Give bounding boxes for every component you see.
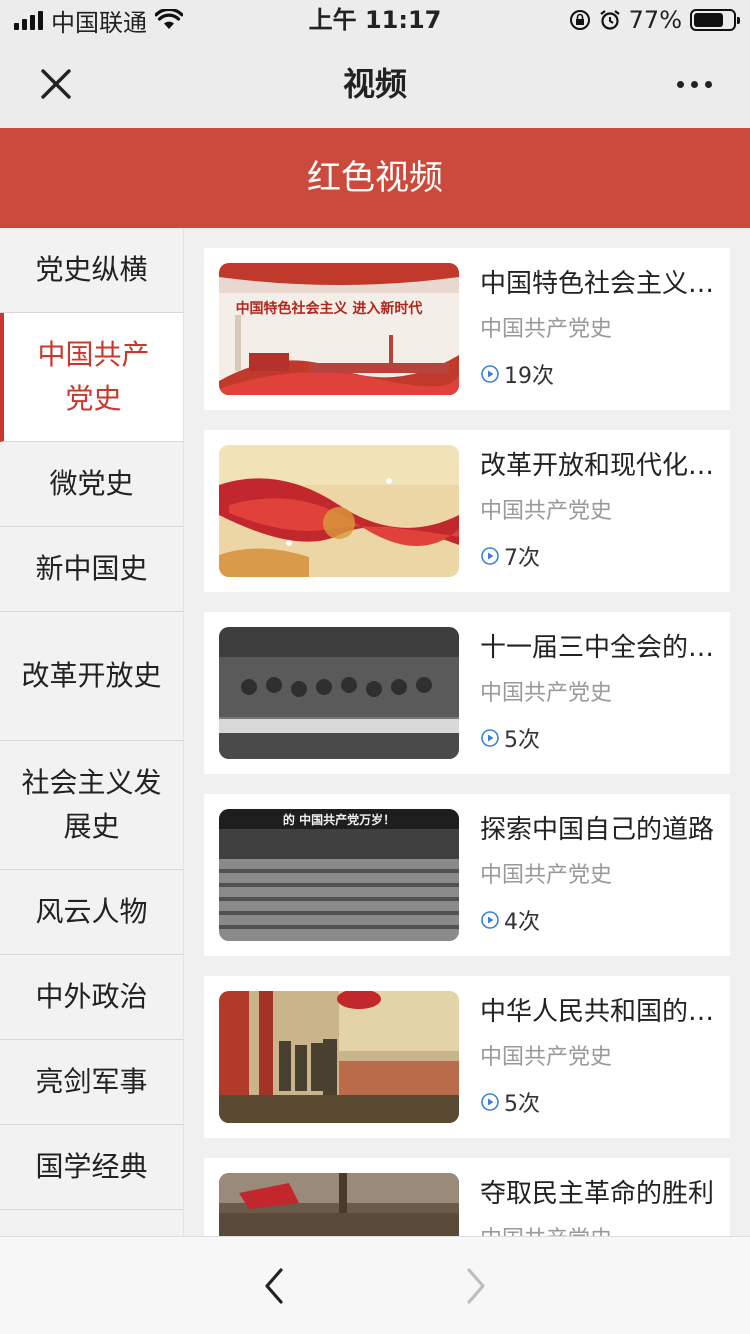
video-card[interactable]: 十一届三中全会的召开 中国共产党史 5次 bbox=[204, 612, 730, 774]
video-views: 5次 bbox=[480, 1084, 540, 1120]
bottom-toolbar bbox=[0, 1236, 750, 1334]
video-card[interactable]: 夺取民主革命的胜利 中国共产党史 bbox=[204, 1158, 730, 1236]
thumbnail-image bbox=[219, 627, 459, 759]
video-thumbnail[interactable] bbox=[219, 627, 459, 759]
more-options-icon[interactable] bbox=[664, 64, 724, 104]
video-title: 夺取民主革命的胜利 bbox=[480, 1179, 715, 1209]
play-count-icon bbox=[481, 365, 499, 383]
video-title: 探索中国自己的道路 bbox=[480, 815, 715, 845]
video-views: 5次 bbox=[480, 720, 540, 756]
sidebar-item-guoxue-jingdian[interactable]: 国学经典 bbox=[0, 1125, 183, 1210]
video-views-count: 19次 bbox=[504, 364, 554, 389]
play-count-icon bbox=[481, 911, 499, 929]
video-title: 中国特色社会主义进入新时代 bbox=[480, 269, 716, 299]
thumbnail-image: 中国特色社会主义 进入新时代 bbox=[219, 263, 459, 395]
video-category: 中国共产党史 bbox=[480, 317, 613, 342]
sidebar-item-label: 微党史 bbox=[49, 467, 134, 500]
status-right: 77% bbox=[569, 6, 740, 34]
sidebar-item-label: 国学经典 bbox=[35, 1150, 148, 1183]
sidebar-item-label: 社会主义发展史 bbox=[21, 766, 162, 843]
battery-percent: 77% bbox=[628, 6, 682, 34]
sidebar-item-zhongwai-zhengzhi[interactable]: 中外政治 bbox=[0, 955, 183, 1040]
thumbnail-text: 的 中国共产党万岁！ bbox=[283, 812, 395, 827]
sidebar-item-dangshi-zongheng[interactable]: 党史纵横 bbox=[0, 228, 183, 313]
video-views-count: 4次 bbox=[504, 910, 540, 935]
video-thumbnail[interactable] bbox=[219, 445, 459, 577]
video-category: 中国共产党史 bbox=[480, 1222, 612, 1236]
thumbnail-text: 中国特色社会主义 进入新时代 bbox=[236, 300, 423, 317]
play-count-icon bbox=[481, 1093, 499, 1111]
video-thumbnail[interactable] bbox=[219, 1173, 459, 1236]
video-category: 中国共产党史 bbox=[480, 499, 613, 524]
video-card[interactable]: 中华人民共和国的成立 中国共产党史 5次 bbox=[204, 976, 730, 1138]
sidebar-item-liangjian-junshi[interactable]: 亮剑军事 bbox=[0, 1040, 183, 1125]
section-banner: 红色视频 bbox=[0, 128, 750, 228]
close-icon[interactable] bbox=[26, 54, 86, 114]
thumbnail-image bbox=[219, 445, 459, 577]
page-title: 视频 bbox=[342, 65, 407, 103]
battery-icon bbox=[690, 9, 740, 31]
sidebar-item-label: 党史纵横 bbox=[35, 253, 148, 286]
video-views-count: 5次 bbox=[504, 728, 540, 753]
video-views-count: 7次 bbox=[504, 546, 540, 571]
play-count-icon bbox=[481, 729, 499, 747]
thumbnail-image bbox=[219, 1173, 459, 1236]
video-title: 改革开放和现代化建设 bbox=[480, 451, 716, 481]
sidebar-item-label: 风云人物 bbox=[35, 895, 148, 928]
sidebar-item-gaige-kaifang-shi[interactable]: 改革开放史 bbox=[0, 612, 183, 741]
thumbnail-image bbox=[219, 991, 459, 1123]
sidebar-item-shehuizhuyi-fazhan-shi[interactable]: 社会主义发展史 bbox=[0, 741, 183, 870]
sidebar-item-fengyun-renwu[interactable]: 风云人物 bbox=[0, 870, 183, 955]
video-category: 中国共产党史 bbox=[480, 681, 613, 706]
video-views: 4次 bbox=[480, 902, 540, 938]
video-thumbnail[interactable] bbox=[219, 991, 459, 1123]
play-count-icon bbox=[481, 547, 499, 565]
battery-level bbox=[694, 13, 724, 27]
forward-arrow-icon[interactable] bbox=[456, 1261, 496, 1311]
rotation-lock-icon bbox=[569, 10, 590, 30]
video-title: 中华人民共和国的成立 bbox=[480, 997, 716, 1027]
video-category: 中国共产党史 bbox=[480, 863, 613, 888]
video-list: 中国特色社会主义 进入新时代 中国特色社会主义进入新时代 中国共产党史 19次 … bbox=[184, 228, 750, 1236]
video-category: 中国共产党史 bbox=[480, 1045, 613, 1070]
video-thumbnail[interactable]: 中国特色社会主义 进入新时代 bbox=[219, 263, 459, 395]
thumbnail-image: 的 中国共产党万岁！ bbox=[219, 809, 459, 941]
status-bar: 中国联通 上午 11:17 77% bbox=[0, 0, 750, 40]
video-title: 十一届三中全会的召开 bbox=[480, 633, 716, 663]
sidebar-item-label: 中外政治 bbox=[35, 980, 148, 1013]
sidebar-item-xin-zhongguo-shi[interactable]: 新中国史 bbox=[0, 527, 183, 612]
sidebar-item-label: 亮剑军事 bbox=[35, 1065, 148, 1098]
back-arrow-icon[interactable] bbox=[254, 1261, 294, 1311]
video-card[interactable]: 中国特色社会主义 进入新时代 中国特色社会主义进入新时代 中国共产党史 19次 bbox=[204, 248, 730, 410]
video-views: 19次 bbox=[480, 356, 554, 392]
nav-bar: 视频 bbox=[0, 40, 750, 128]
video-thumbnail[interactable]: 的 中国共产党万岁！ bbox=[219, 809, 459, 941]
video-card[interactable]: 改革开放和现代化建设 中国共产党史 7次 bbox=[204, 430, 730, 592]
sidebar-item-label: 改革开放史 bbox=[21, 659, 162, 692]
sidebar-item-zhongguo-gongchandang-shi[interactable]: 中国共产党史 bbox=[0, 313, 183, 442]
sidebar-item-label: 中国共产党史 bbox=[37, 338, 150, 415]
alarm-icon bbox=[599, 10, 620, 30]
video-views: 7次 bbox=[480, 538, 540, 574]
video-card[interactable]: 的 中国共产党万岁！ 探索中国自己的道路 中国共产党史 4次 bbox=[204, 794, 730, 956]
video-views-count: 5次 bbox=[504, 1092, 540, 1117]
sidebar-item-label: 新中国史 bbox=[35, 552, 148, 585]
sidebar-item-wei-dangshi[interactable]: 微党史 bbox=[0, 442, 183, 527]
category-sidebar: 党史纵横 中国共产党史 微党史 新中国史 改革开放史 社会主义发展史 风云人物 … bbox=[0, 228, 184, 1236]
